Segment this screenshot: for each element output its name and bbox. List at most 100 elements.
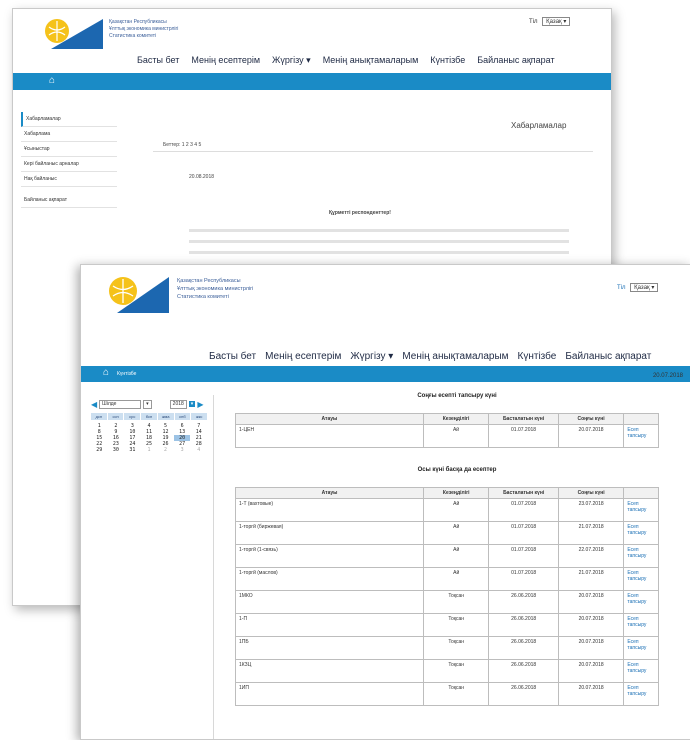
sidebar-item-suggestions[interactable]: Ұсыныстар — [21, 142, 117, 157]
calendar-day[interactable]: 31 — [124, 447, 141, 453]
org-line: Статистика комитеті — [177, 294, 229, 300]
table-row: 1КЗЦ Тоқсан 26.06.2018 20.07.2018 Есеп тапсы… — [235, 659, 659, 683]
table-row: 1-торгй (биржевая) Ай 01.07.2018 21.07.2018… — [235, 521, 659, 545]
pager[interactable]: Беттер: 1 2 3 4 5 — [163, 142, 201, 148]
cell-start: 26.06.2018 — [488, 636, 559, 660]
cell-end: 20.07.2018 — [557, 590, 625, 614]
year-dropdown-icon[interactable]: ▾ — [188, 401, 196, 407]
cell-name: 1-Т (вахтовые) — [235, 498, 424, 522]
home-icon[interactable]: ⌂ — [49, 75, 55, 86]
cell-name: 1КЗЦ — [235, 659, 424, 683]
nav-submit[interactable]: Жүргізу ▾ — [350, 351, 393, 362]
weekday-label: ссн — [107, 413, 124, 420]
month-value: Шілде — [102, 400, 117, 407]
nav-contacts[interactable]: Байланыс ақпарат — [477, 55, 554, 66]
org-line: Ұлттық экономика министрлігі — [109, 26, 179, 32]
cell-end: 22.07.2018 — [557, 544, 625, 568]
calendar-day[interactable]: 30 — [108, 447, 125, 453]
sidebar: Хабарламалар Хабарлама Ұсыныстар Кері ба… — [21, 112, 117, 208]
org-line: Қазақстан Республикасы — [109, 19, 167, 25]
column-header: Кезеңділігі — [422, 487, 490, 499]
nav-contacts[interactable]: Байланыс ақпарат — [565, 351, 651, 362]
table-row: 1-П Тоқсан 26.06.2018 20.07.2018 Есеп тапсыр… — [235, 613, 659, 637]
calendar-day[interactable]: 1 — [141, 447, 158, 453]
nav-home[interactable]: Басты бет — [137, 55, 179, 66]
nav-my-references[interactable]: Менің анықтамаларым — [323, 55, 419, 66]
cell-period: Ай — [422, 424, 490, 448]
submit-report-link[interactable]: Есеп тапсыру — [623, 424, 659, 448]
cell-period: Ай — [422, 567, 490, 591]
submit-report-link[interactable]: Есеп тапсыру — [623, 590, 659, 614]
divider — [213, 395, 214, 739]
submit-report-link[interactable]: Есеп тапсыру — [623, 613, 659, 637]
sidebar-item-feedback[interactable]: Кері байланыс арналар — [21, 157, 117, 172]
submit-report-link[interactable]: Есеп тапсыру — [623, 567, 659, 591]
nav-submit[interactable]: Жүргізу ▾ — [272, 55, 311, 66]
nav-my-reports[interactable]: Менің есептерім — [191, 55, 260, 66]
cell-period: Ай — [422, 544, 490, 568]
nav-bar: ⌂ Күнтізбе — [81, 366, 690, 382]
cell-name: 1МКО — [235, 590, 424, 614]
main-nav: Басты бет Менің есептерім Жүргізу ▾ Мені… — [137, 55, 555, 66]
language-select[interactable]: Қазақ ▾ — [630, 283, 659, 292]
language-selector[interactable]: Тіл Қазақ ▾ — [617, 283, 659, 292]
org-name: Қазақстан Республикасы Ұлттық экономика … — [177, 277, 253, 301]
current-date: 20.07.2018 — [652, 373, 683, 379]
calendar-day[interactable]: 3 — [174, 447, 191, 453]
weekday-row: дсн ссн срс бсн жма снб жкс — [91, 413, 207, 420]
column-header: Кезеңділігі — [422, 413, 490, 425]
language-select[interactable]: Қазақ ▾ — [542, 17, 571, 26]
weekday-label: бсн — [141, 413, 157, 420]
prev-month-icon[interactable]: ◀ — [91, 400, 97, 409]
language-selector[interactable]: Тіл Қазақ ▾ — [529, 17, 571, 26]
nav-my-reports[interactable]: Менің есептерім — [265, 351, 341, 362]
breadcrumb[interactable]: Күнтізбе — [117, 371, 136, 377]
month-dropdown-icon[interactable]: ▾ — [143, 399, 152, 409]
year-select[interactable]: 2018 — [169, 399, 187, 409]
nav-my-references[interactable]: Менің анықтамаларым — [402, 351, 508, 362]
divider — [153, 151, 593, 152]
cell-period: Ай — [422, 521, 490, 545]
home-icon[interactable]: ⌂ — [103, 367, 109, 378]
sidebar-item-message[interactable]: Хабарлама — [21, 127, 117, 142]
front-window: Қазақстан Республикасы Ұлттық экономика … — [80, 264, 690, 740]
submit-report-link[interactable]: Есеп тапсыру — [623, 498, 659, 522]
cell-period: Тоқсан — [422, 590, 490, 614]
calendar-day[interactable]: 4 — [190, 447, 207, 453]
submit-report-link[interactable]: Есеп тапсыру — [623, 544, 659, 568]
weekday-label: жма — [157, 413, 174, 420]
table-row: 1-торгй (1-связь) Ай 01.07.2018 22.07.2018 Е… — [235, 544, 659, 568]
cell-period: Ай — [422, 498, 490, 522]
cell-start: 26.06.2018 — [488, 682, 559, 706]
month-select[interactable]: Шілде — [99, 399, 142, 409]
cell-start: 26.06.2018 — [488, 659, 559, 683]
cell-start: 01.07.2018 — [488, 521, 559, 545]
weekday-label: жкс — [191, 413, 207, 420]
cell-name: 1-П — [235, 613, 424, 637]
cell-start: 01.07.2018 — [488, 498, 559, 522]
nav-calendar[interactable]: Күнтізбе — [518, 351, 557, 362]
cell-period: Тоқсан — [422, 659, 490, 683]
calendar-day[interactable]: 29 — [91, 447, 108, 453]
message-heading: Құрметті респонденттер! — [329, 210, 391, 216]
nav-calendar[interactable]: Күнтізбе — [430, 55, 465, 66]
weekday-label: срс — [124, 413, 141, 420]
cell-name: 1-торгй (биржевая) — [235, 521, 424, 545]
nav-bar: ⌂ — [13, 73, 611, 90]
sidebar-item-contact-info[interactable]: Байланыс ақпарат — [21, 193, 117, 208]
nav-home[interactable]: Басты бет — [209, 351, 256, 362]
table1-caption: Соңғы есепті тапсыру күні — [417, 393, 497, 399]
submit-report-link[interactable]: Есеп тапсыру — [623, 636, 659, 660]
next-month-icon[interactable]: ▶ — [197, 400, 203, 409]
table-row: 1-Т (вахтовые) Ай 01.07.2018 23.07.2018 Есеп… — [235, 498, 659, 522]
sidebar-item-notices[interactable]: Хабарламалар — [21, 112, 117, 127]
sidebar-item-contact[interactable]: Нақ байланыс — [21, 172, 117, 187]
column-header — [623, 413, 659, 425]
table-row: 1ИП Тоқсан 26.06.2018 20.07.2018 Есеп тапсыр… — [235, 682, 659, 706]
submit-report-link[interactable]: Есеп тапсыру — [623, 682, 659, 706]
submit-report-link[interactable]: Есеп тапсыру — [623, 521, 659, 545]
submit-report-link[interactable]: Есеп тапсыру — [623, 659, 659, 683]
cell-name: 1-торгй (маслов) — [235, 567, 424, 591]
cell-name: 1ИП — [235, 682, 424, 706]
calendar-day[interactable]: 2 — [157, 447, 174, 453]
